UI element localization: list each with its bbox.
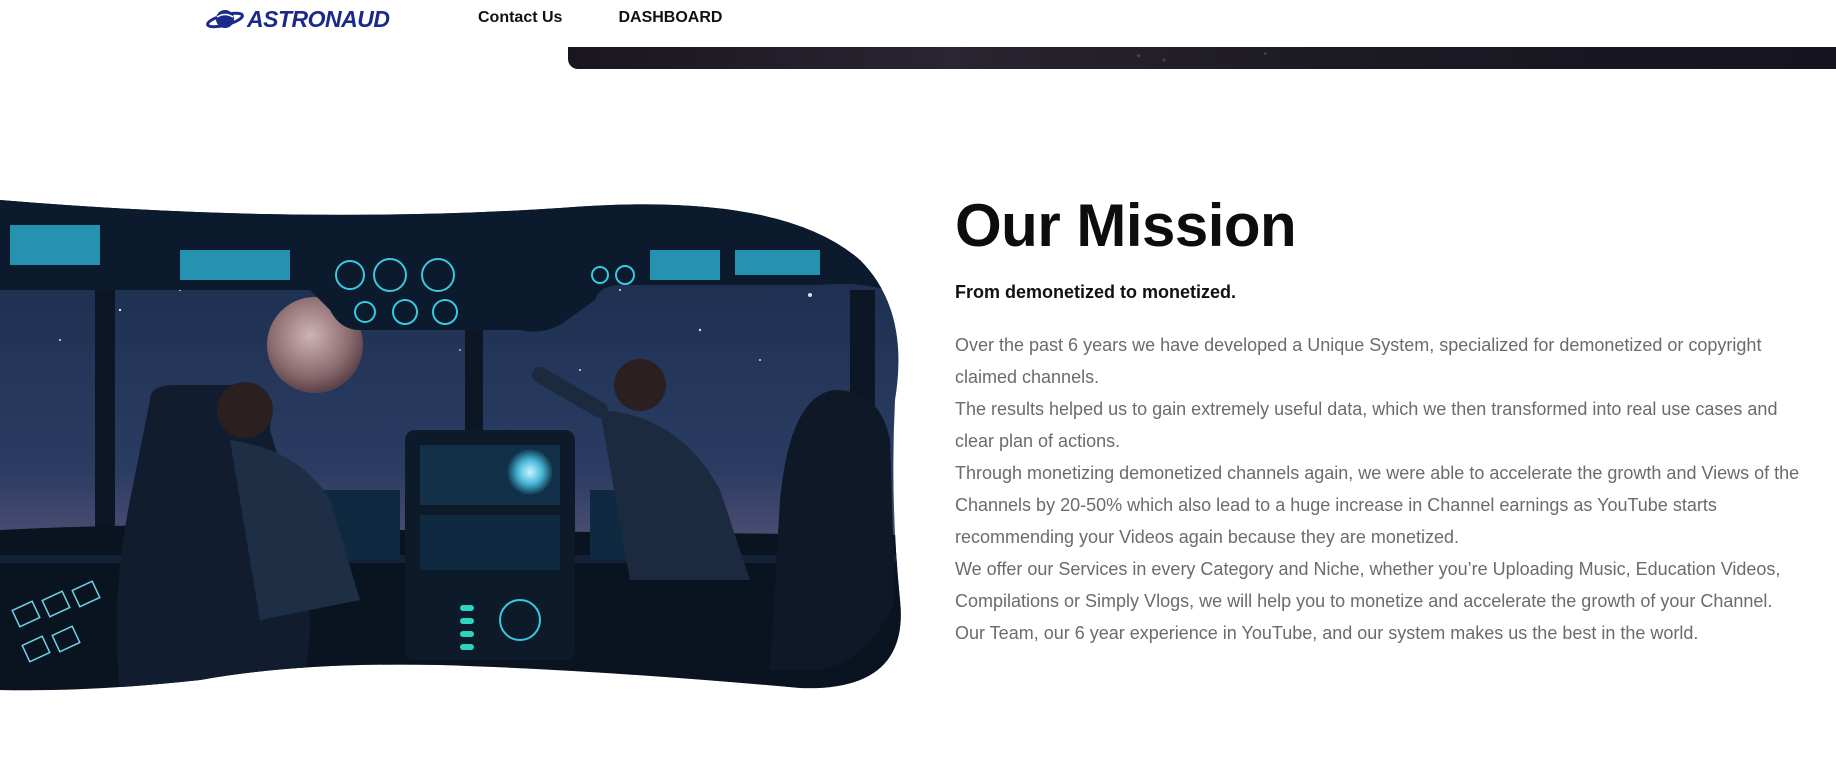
- mission-subtitle: From demonetized to monetized.: [955, 282, 1237, 302]
- mission-paragraph: Our Team, our 6 year experience in YouTu…: [955, 623, 1699, 643]
- mission-body: Over the past 6 years we have developed …: [955, 329, 1805, 649]
- hero-image-bottom-edge: [568, 47, 1836, 69]
- nav-dashboard[interactable]: DASHBOARD: [618, 9, 722, 27]
- mission-section: Our Mission From demonetized to monetize…: [955, 190, 1805, 649]
- mission-paragraph: We offer our Services in every Category …: [955, 559, 1781, 611]
- planet-logo-icon: [206, 10, 244, 29]
- logo-link[interactable]: ASTRONAUD: [205, 5, 390, 32]
- site-header: ASTRONAUD Contact Us DASHBOARD: [0, 0, 1836, 47]
- mission-title: Our Mission: [955, 192, 1297, 259]
- mission-paragraph: Through monetizing demonetized channels …: [955, 463, 1800, 547]
- logo-text: ASTRONAUD: [247, 5, 390, 32]
- mission-paragraph: Over the past 6 years we have developed …: [955, 335, 1762, 387]
- nav-contact-us[interactable]: Contact Us: [478, 9, 562, 27]
- main-nav: Contact Us DASHBOARD: [478, 9, 722, 27]
- mission-paragraph: The results helped us to gain extremely …: [955, 399, 1778, 451]
- spaceship-cockpit-image: [0, 200, 905, 692]
